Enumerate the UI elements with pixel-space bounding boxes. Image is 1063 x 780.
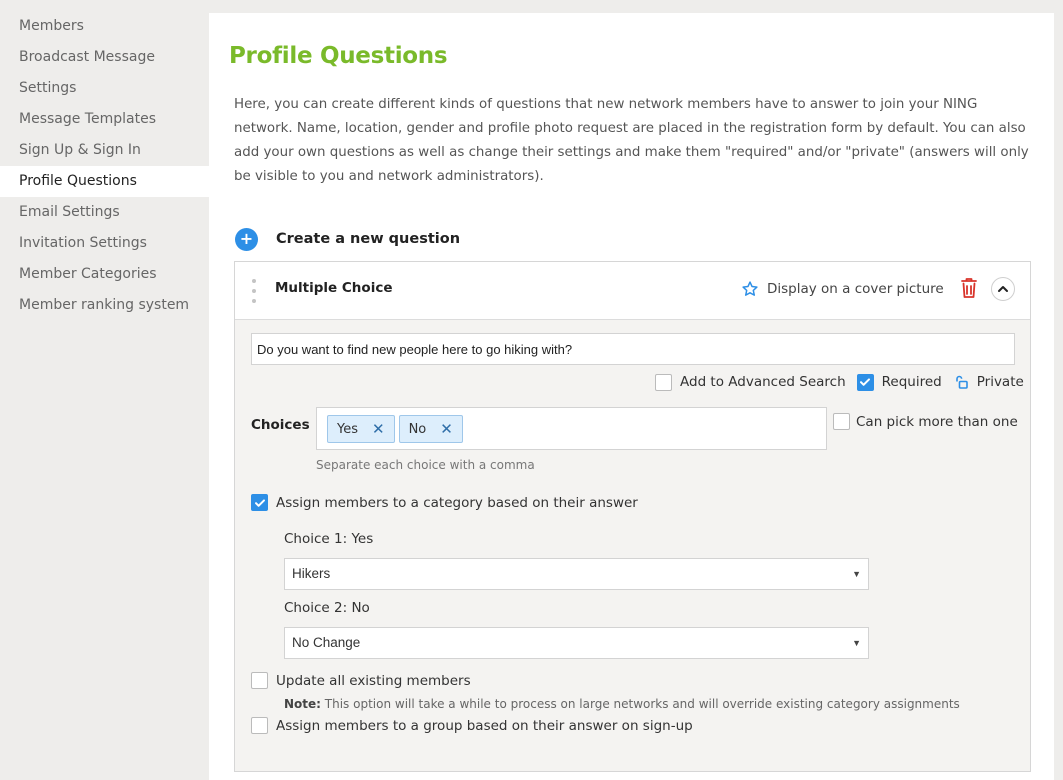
remove-choice-icon[interactable]: ✕ <box>372 420 385 438</box>
collapse-question-button[interactable] <box>991 277 1015 301</box>
sidebar-item-broadcast-message[interactable]: Broadcast Message <box>0 42 209 73</box>
update-existing-label: Update all existing members <box>276 672 471 689</box>
update-note: Note: This option will take a while to p… <box>284 697 960 711</box>
choice-2-selected-value: No Change <box>292 635 361 650</box>
dropdown-arrow-icon: ▼ <box>852 638 861 648</box>
pick-more-checkbox[interactable] <box>833 413 850 430</box>
plus-icon: + <box>235 227 258 251</box>
sidebar-item-member-categories[interactable]: Member Categories <box>0 259 209 290</box>
choice-2-label: Choice 2: No <box>284 600 370 616</box>
choice-chip-no: No ✕ <box>398 415 463 443</box>
remove-choice-icon[interactable]: ✕ <box>440 420 453 438</box>
private-label: Private <box>976 374 1024 390</box>
sidebar-item-invitation-settings[interactable]: Invitation Settings <box>0 228 209 259</box>
unlock-icon <box>955 375 968 389</box>
trash-icon <box>961 278 977 298</box>
drag-handle-icon[interactable] <box>251 279 257 303</box>
choices-input[interactable]: Yes ✕ No ✕ <box>316 407 827 450</box>
sidebar-item-email-settings[interactable]: Email Settings <box>0 197 209 228</box>
choice-1-selected-value: Hikers <box>292 566 331 581</box>
choice-1-label: Choice 1: Yes <box>284 531 374 547</box>
pick-more-row: Can pick more than one <box>833 413 1018 430</box>
question-card-header: Multiple Choice Display on a cover pictu… <box>235 262 1030 320</box>
page-title: Profile Questions <box>229 43 448 69</box>
sidebar-item-member-ranking-system[interactable]: Member ranking system <box>0 290 209 321</box>
assign-category-label: Assign members to a category based on th… <box>276 494 638 511</box>
choice-2-category-select[interactable]: No Change ▼ <box>284 627 869 659</box>
update-existing-checkbox[interactable] <box>251 672 268 689</box>
add-advanced-search-checkbox[interactable] <box>655 373 672 391</box>
choices-helper-text: Separate each choice with a comma <box>316 458 535 472</box>
question-card: Multiple Choice Display on a cover pictu… <box>234 261 1031 772</box>
question-options-row: Add to Advanced Search Required Private <box>655 372 1024 392</box>
checkmark-icon <box>254 498 265 507</box>
assign-group-row: Assign members to a group based on their… <box>251 717 693 734</box>
assign-category-checkbox[interactable] <box>251 494 268 511</box>
question-text-input[interactable] <box>251 333 1015 365</box>
star-icon <box>742 281 758 296</box>
main-panel: Profile Questions Here, you can create d… <box>209 13 1054 780</box>
sidebar-item-members[interactable]: Members <box>0 11 209 42</box>
display-cover-picture-label: Display on a cover picture <box>767 281 944 297</box>
choices-label: Choices <box>251 417 310 433</box>
create-question-button[interactable]: + Create a new question <box>235 227 460 251</box>
choice-chip-label: Yes <box>337 421 358 437</box>
required-label: Required <box>881 374 942 390</box>
question-type-label: Multiple Choice <box>275 280 393 296</box>
display-cover-picture-toggle[interactable]: Display on a cover picture <box>741 280 944 298</box>
choice-1-category-select[interactable]: Hikers ▼ <box>284 558 869 590</box>
sidebar-item-message-templates[interactable]: Message Templates <box>0 104 209 135</box>
assign-group-checkbox[interactable] <box>251 717 268 734</box>
sidebar-nav: Members Broadcast Message Settings Messa… <box>0 11 209 321</box>
sidebar-item-profile-questions[interactable]: Profile Questions <box>0 166 209 197</box>
chevron-up-icon <box>998 286 1008 292</box>
update-existing-row: Update all existing members <box>251 672 471 689</box>
choice-chip-label: No <box>408 421 427 437</box>
choice-chip-yes: Yes ✕ <box>327 415 395 443</box>
assign-group-label: Assign members to a group based on their… <box>276 717 693 734</box>
checkmark-icon <box>860 378 871 386</box>
add-advanced-search-label: Add to Advanced Search <box>680 374 846 390</box>
assign-category-row: Assign members to a category based on th… <box>251 494 638 511</box>
note-text: This option will take a while to process… <box>320 697 960 711</box>
private-toggle[interactable]: Private <box>953 374 1024 390</box>
sidebar-item-sign-up-sign-in[interactable]: Sign Up & Sign In <box>0 135 209 166</box>
note-prefix: Note: <box>284 697 321 711</box>
delete-question-button[interactable] <box>960 277 978 303</box>
required-checkbox[interactable] <box>856 373 874 391</box>
pick-more-label: Can pick more than one <box>856 413 1018 430</box>
page-description: Here, you can create different kinds of … <box>234 97 1029 184</box>
create-question-label: Create a new question <box>276 231 461 247</box>
sidebar-item-settings[interactable]: Settings <box>0 73 209 104</box>
dropdown-arrow-icon: ▼ <box>852 569 861 579</box>
